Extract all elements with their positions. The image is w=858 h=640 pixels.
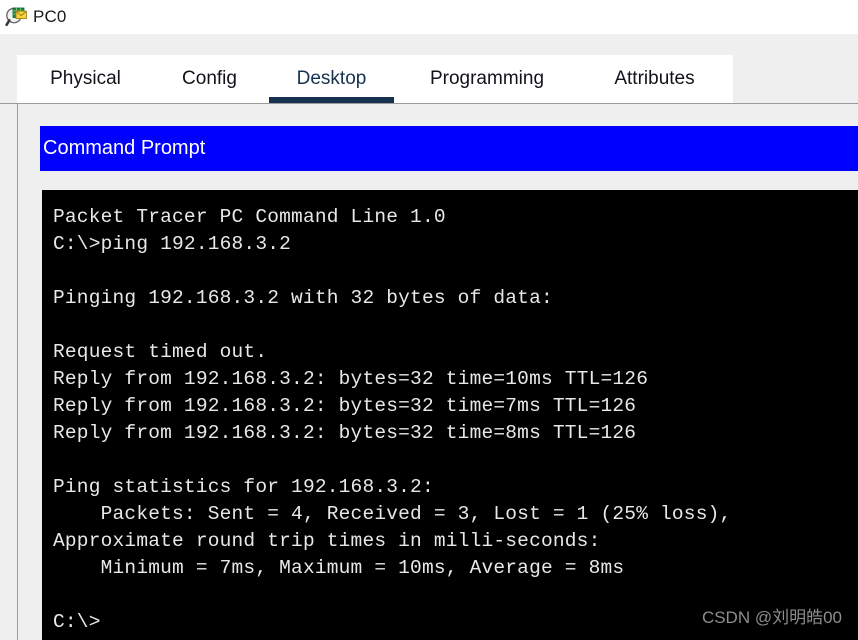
inspect-envelope-icon — [5, 6, 27, 28]
terminal-line: Reply from 192.168.3.2: bytes=32 time=10… — [53, 368, 649, 390]
terminal-line: Packet Tracer PC Command Line 1.0 — [53, 206, 446, 228]
tab-config[interactable]: Config — [154, 55, 265, 103]
terminal-line: Pinging 192.168.3.2 with 32 bytes of dat… — [53, 287, 553, 309]
terminal-line: Reply from 192.168.3.2: bytes=32 time=8m… — [53, 422, 637, 444]
tab-programming[interactable]: Programming — [398, 55, 576, 103]
terminal-line: Reply from 192.168.3.2: bytes=32 time=7m… — [53, 395, 637, 417]
terminal-line: Minimum = 7ms, Maximum = 10ms, Average =… — [53, 557, 625, 579]
packet-tracer-device-window: PC0 Physical Config Desktop Programming … — [0, 0, 858, 640]
csdn-watermark: CSDN @刘明皓00 — [701, 608, 842, 627]
tab-programming-label: Programming — [429, 68, 545, 89]
tab-physical-label: Physical — [50, 68, 121, 89]
tab-desktop-label: Desktop — [296, 68, 367, 89]
terminal-output: Packet Tracer PC Command Line 1.0 C:\>pi… — [53, 204, 858, 640]
window-title: PC0 — [33, 7, 67, 26]
terminal-line: Request timed out. — [53, 341, 268, 363]
command-prompt-title: Command Prompt — [43, 137, 206, 159]
tab-physical[interactable]: Physical — [17, 55, 154, 103]
tab-desktop[interactable]: Desktop — [265, 55, 398, 103]
tab-attributes-label: Attributes — [614, 68, 695, 89]
terminal-line: Ping statistics for 192.168.3.2: — [53, 476, 434, 498]
device-tabs: Physical Config Desktop Programming Attr… — [17, 55, 733, 104]
terminal-line: Approximate round trip times in milli-se… — [53, 530, 601, 552]
tab-attributes[interactable]: Attributes — [576, 55, 733, 103]
command-prompt-terminal[interactable]: Packet Tracer PC Command Line 1.0 C:\>pi… — [42, 190, 858, 640]
terminal-line: Packets: Sent = 4, Received = 3, Lost = … — [53, 503, 732, 525]
terminal-line: C:\>ping 192.168.3.2 — [53, 233, 292, 255]
command-prompt-header: Command Prompt — [40, 126, 858, 171]
tab-config-label: Config — [182, 68, 237, 89]
window-titlebar: PC0 — [0, 0, 858, 34]
